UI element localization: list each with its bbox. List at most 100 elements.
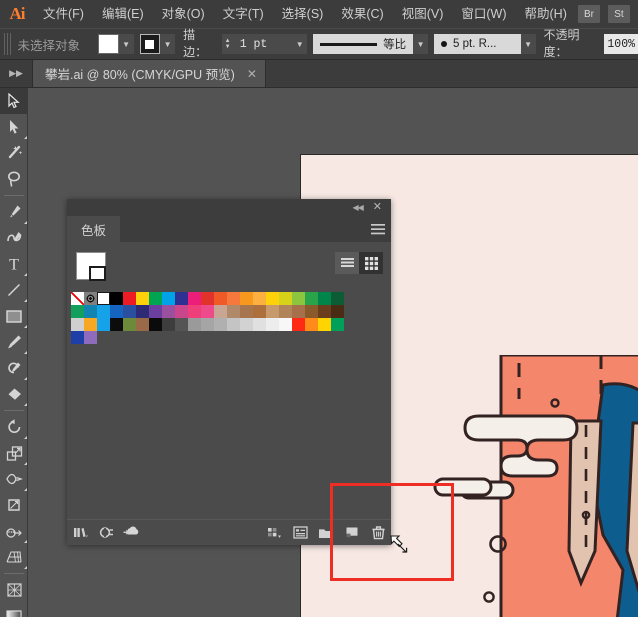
close-icon[interactable]: ✕ [247, 67, 257, 81]
color-group-button[interactable] [93, 520, 119, 546]
selection-tool[interactable] [0, 88, 28, 114]
eraser-tool[interactable] [0, 381, 28, 407]
swatch-color[interactable] [123, 305, 136, 318]
swatch-color[interactable] [214, 318, 227, 331]
pen-tool[interactable] [0, 199, 28, 225]
stroke-profile-field[interactable]: 等比 [313, 34, 414, 54]
swatch-none[interactable] [71, 292, 84, 305]
stroke-weight-input[interactable]: 1 pt [233, 34, 293, 54]
lasso-tool[interactable] [0, 166, 28, 192]
swatch-color[interactable] [149, 305, 162, 318]
list-view-icon[interactable] [335, 252, 359, 274]
swatch-color[interactable] [175, 318, 188, 331]
menu-type[interactable]: 文字(T) [214, 0, 273, 28]
magic-wand-tool[interactable] [0, 140, 28, 166]
swatch-color[interactable] [201, 305, 214, 318]
swatch-color[interactable] [240, 292, 253, 305]
swatch-color[interactable] [253, 318, 266, 331]
stroke-color-dropdown-icon[interactable]: ▼ [160, 34, 176, 54]
menu-window[interactable]: 窗口(W) [452, 0, 515, 28]
swatch-color[interactable] [279, 318, 292, 331]
paintbrush-tool[interactable] [0, 329, 28, 355]
swatch-color[interactable] [318, 318, 331, 331]
scale-tool[interactable] [0, 440, 28, 466]
swatch-color[interactable] [136, 305, 149, 318]
new-color-group-button[interactable] [313, 520, 339, 546]
swatch-color[interactable] [188, 292, 201, 305]
swatch-view-toggle[interactable] [335, 252, 383, 274]
stroke-weight-dropdown-icon[interactable]: ▼ [292, 34, 308, 54]
show-swatch-kinds-button[interactable] [261, 520, 287, 546]
swatch-color[interactable] [136, 292, 149, 305]
swatch-color[interactable] [318, 292, 331, 305]
gradient-tool[interactable] [0, 603, 28, 617]
free-transform-tool[interactable] [0, 492, 28, 518]
swatch-color[interactable] [266, 318, 279, 331]
menu-help[interactable]: 帮助(H) [516, 0, 576, 28]
type-tool[interactable]: T [0, 251, 28, 277]
swatch-color[interactable] [240, 318, 253, 331]
swatch-color[interactable] [201, 318, 214, 331]
tab-swatches[interactable]: 色板 [67, 216, 121, 242]
stock-launch-button[interactable]: St [608, 5, 630, 23]
swatch-color[interactable] [136, 318, 149, 331]
shaper-tool[interactable] [0, 355, 28, 381]
swatch-color[interactable] [331, 305, 344, 318]
panel-menu-icon[interactable] [365, 216, 391, 242]
shape-builder-tool[interactable] [0, 518, 28, 544]
brush-definition-dropdown-icon[interactable]: ▼ [520, 34, 536, 54]
swatch-color[interactable] [84, 318, 97, 331]
fill-color-swatch[interactable] [98, 34, 119, 54]
swatch-color[interactable] [292, 318, 305, 331]
menu-select[interactable]: 选择(S) [273, 0, 333, 28]
line-segment-tool[interactable] [0, 277, 28, 303]
add-to-library-button[interactable] [119, 520, 145, 546]
swatch-color[interactable] [227, 292, 240, 305]
stroke-color-swatch[interactable] [139, 34, 161, 54]
swatch-options-button[interactable] [287, 520, 313, 546]
brush-definition-field[interactable]: 5 pt. R... [434, 34, 521, 54]
swatch-color[interactable] [201, 292, 214, 305]
swatch-color[interactable] [84, 305, 97, 318]
swatch-color[interactable] [110, 292, 123, 305]
swatch-color[interactable] [188, 318, 201, 331]
swatch-color[interactable] [292, 305, 305, 318]
swatches-panel-body[interactable] [67, 242, 391, 545]
swatch-color[interactable] [253, 292, 266, 305]
swatch-color[interactable] [279, 305, 292, 318]
menu-object[interactable]: 对象(O) [153, 0, 214, 28]
active-stroke-swatch[interactable] [89, 266, 106, 281]
swatch-color[interactable] [149, 318, 162, 331]
grid-view-icon[interactable] [359, 252, 383, 274]
swatch-color[interactable] [97, 318, 110, 331]
chevron-double-right-icon[interactable]: ▶▶ [0, 59, 32, 87]
close-icon[interactable]: ✕ [373, 202, 382, 213]
swatch-color[interactable] [305, 305, 318, 318]
document-tab[interactable]: 攀岩.ai @ 80% (CMYK/GPU 预览) ✕ [32, 60, 266, 87]
swatch-color[interactable] [110, 305, 123, 318]
bridge-launch-button[interactable]: Br [578, 5, 600, 23]
swatches-panel[interactable]: ◀◀ ✕ 色板 [67, 199, 391, 545]
swatch-color[interactable] [305, 318, 318, 331]
swatch-color[interactable] [71, 318, 84, 331]
swatch-color[interactable] [318, 305, 331, 318]
swatch-color[interactable] [175, 292, 188, 305]
delete-swatch-button[interactable] [365, 520, 391, 546]
swatch-color[interactable] [123, 292, 136, 305]
control-bar-grip[interactable] [4, 33, 11, 55]
swatch-color[interactable] [84, 331, 97, 344]
menu-view[interactable]: 视图(V) [393, 0, 453, 28]
curvature-tool[interactable] [0, 225, 28, 251]
menu-effect[interactable]: 效果(C) [332, 0, 392, 28]
swatch-color[interactable] [331, 318, 344, 331]
swatch-color[interactable] [279, 292, 292, 305]
swatch-color[interactable] [110, 318, 123, 331]
swatch-color[interactable] [292, 292, 305, 305]
swatch-color[interactable] [253, 305, 266, 318]
panel-title-bar[interactable]: ◀◀ ✕ [67, 199, 391, 216]
swatch-color[interactable] [123, 318, 136, 331]
menu-file[interactable]: 文件(F) [34, 0, 93, 28]
direct-selection-tool[interactable] [0, 114, 28, 140]
swatch-registration[interactable] [84, 292, 97, 305]
width-tool[interactable] [0, 466, 28, 492]
